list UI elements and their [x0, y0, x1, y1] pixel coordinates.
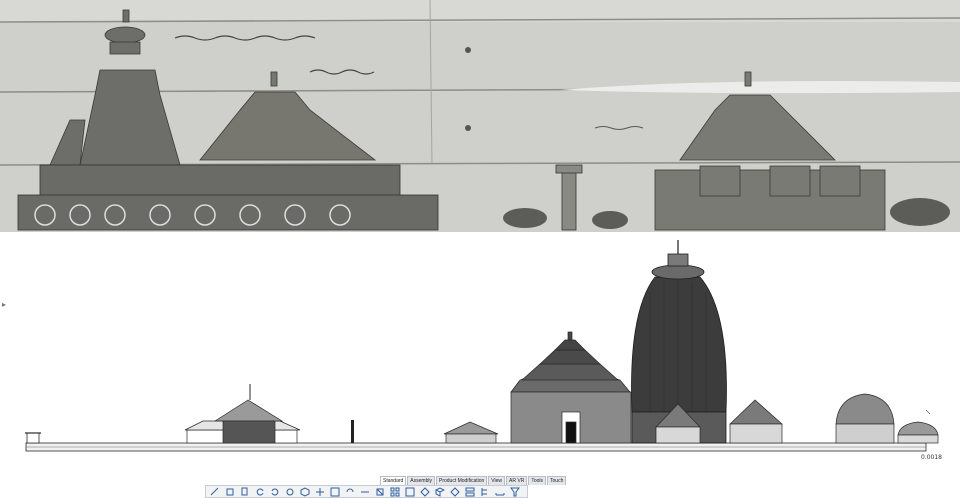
zoom-icon[interactable]: [284, 487, 295, 496]
panel-expand-icon[interactable]: ▸: [2, 300, 6, 309]
filter-icon[interactable]: [509, 487, 520, 496]
layout-icon[interactable]: [464, 487, 475, 496]
render-icon[interactable]: [449, 486, 460, 497]
cad-viewport[interactable]: 0.0018: [0, 232, 960, 472]
iso-view-icon[interactable]: [434, 486, 445, 497]
scale-readout: 0.0018: [921, 454, 942, 461]
undo-icon[interactable]: [254, 487, 265, 496]
tab-assembly[interactable]: Assembly: [407, 476, 435, 485]
rotate-icon[interactable]: [344, 487, 355, 496]
tab-ar-vr[interactable]: AR VR: [506, 476, 528, 485]
normal-view-icon[interactable]: [374, 487, 385, 496]
fit-icon[interactable]: [329, 487, 340, 496]
cut-icon[interactable]: [209, 487, 220, 496]
box-icon[interactable]: [299, 486, 310, 497]
toolbar-icon-row: [205, 485, 528, 498]
manuscript-image: [0, 0, 960, 232]
tree-icon[interactable]: [479, 487, 490, 496]
tab-tools[interactable]: Tools: [528, 476, 547, 485]
tab-touch[interactable]: Touch: [547, 476, 567, 485]
pan-icon[interactable]: [314, 487, 325, 496]
tab-standard[interactable]: Standard: [380, 476, 407, 485]
multi-view-icon[interactable]: [389, 487, 400, 496]
shade-icon[interactable]: [404, 487, 415, 496]
tab-product-modification[interactable]: Product Modification: [435, 476, 488, 485]
copy-icon[interactable]: [224, 487, 235, 496]
paste-icon[interactable]: [239, 487, 250, 496]
temple-elevation-drawing: [25, 240, 939, 452]
ribbon-tab-bar: Standard Assembly Product Modification View…: [380, 476, 567, 485]
look-icon[interactable]: [359, 487, 370, 496]
hide-icon[interactable]: [419, 486, 430, 497]
measure-icon[interactable]: [494, 487, 505, 496]
redo-icon[interactable]: [269, 487, 280, 496]
tab-view[interactable]: View: [488, 476, 506, 485]
ribbon-toolbar: Standard Assembly Product Modification View…: [0, 472, 960, 498]
